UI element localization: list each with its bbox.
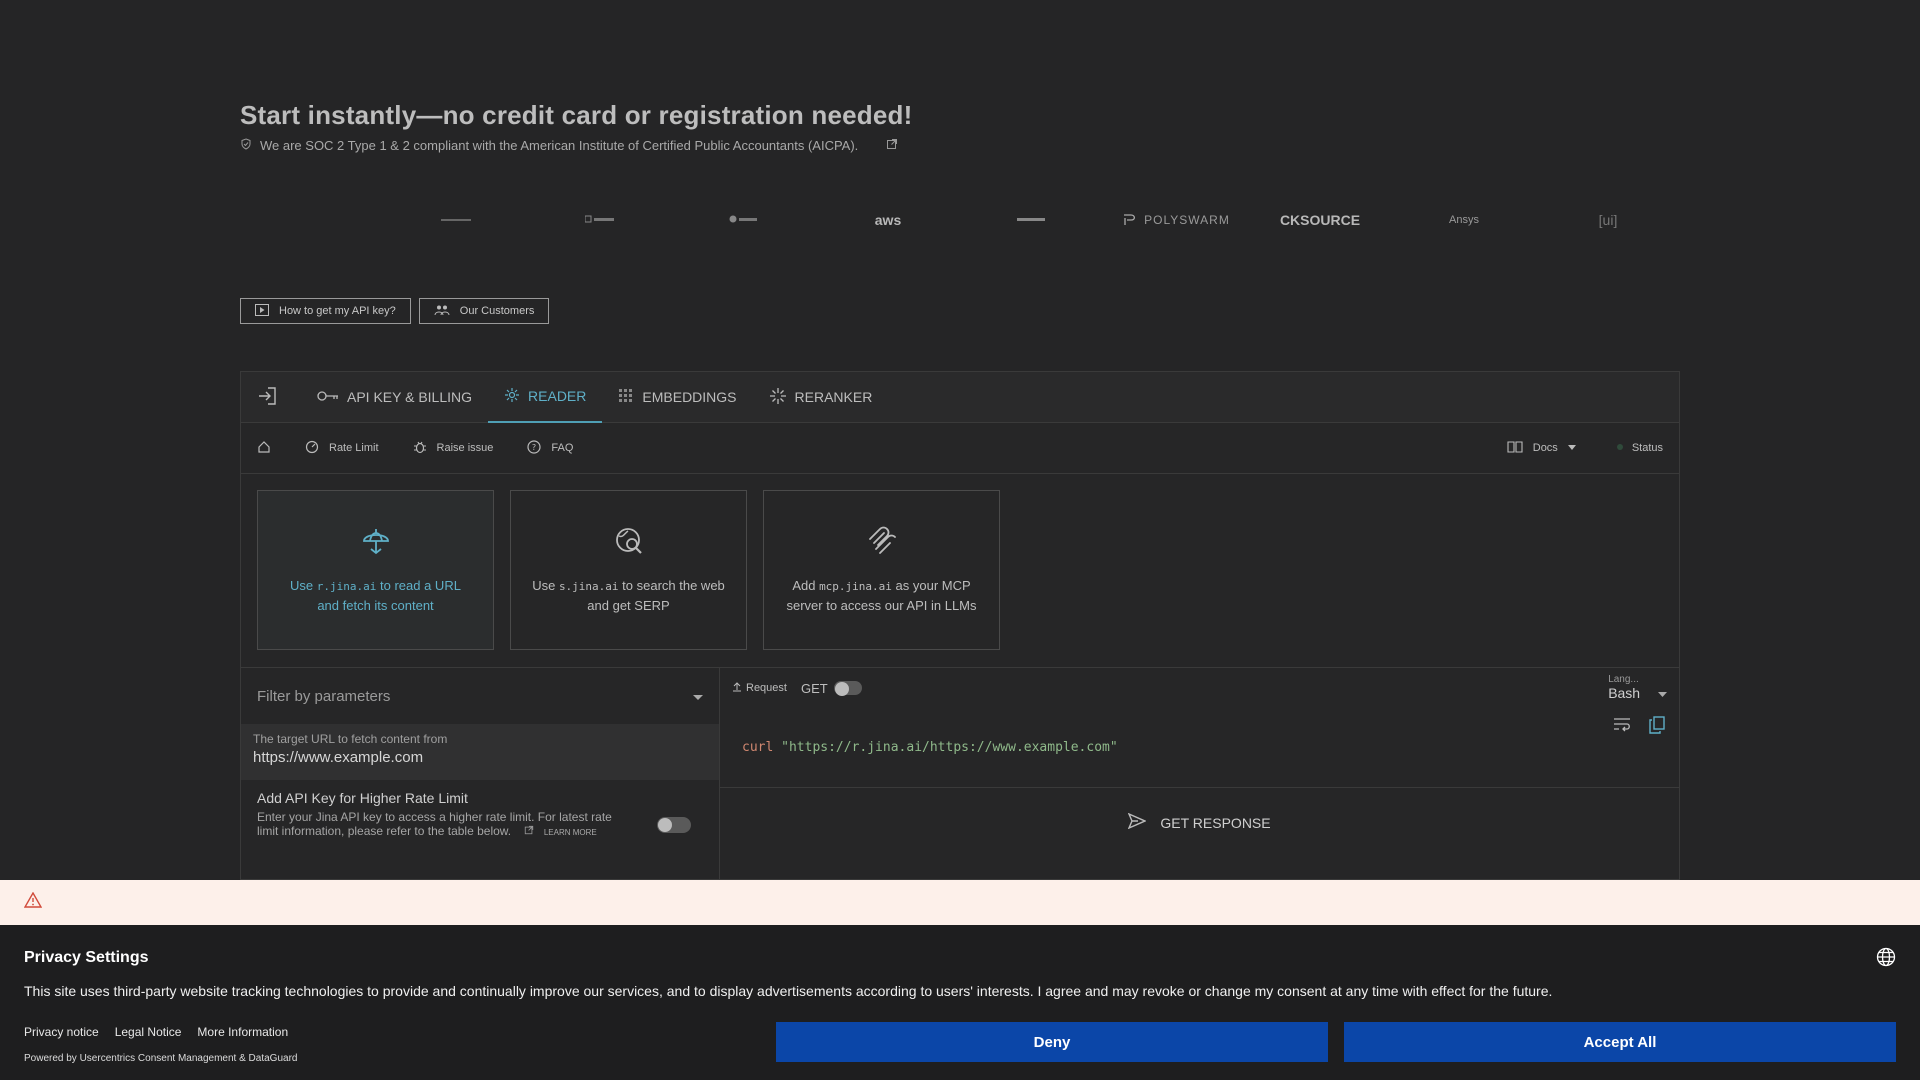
customer-logo-ansys: Ansys xyxy=(1449,214,1479,226)
reader-mode-cards: Use r.jina.ai to read a URL and fetch it… xyxy=(241,474,1679,668)
key-icon xyxy=(317,389,339,405)
customer-logo-uipath: [ui] xyxy=(1598,212,1618,228)
method-label: GET xyxy=(800,680,828,696)
get-response-button[interactable]: GET RESPONSE xyxy=(720,787,1679,857)
grid-icon xyxy=(618,388,634,407)
api-panel: API KEY & BILLING READER EMBEDDINGS RERA… xyxy=(240,371,1680,880)
globe-search-icon xyxy=(613,525,645,562)
language-select[interactable]: Lang... Bash xyxy=(1608,674,1667,701)
raise-issue-link[interactable]: Raise issue xyxy=(413,440,493,457)
request-panel: Request GET Lang... Bash curl "https://r… xyxy=(720,668,1679,879)
gauge-icon xyxy=(305,440,319,457)
soc-compliance: We are SOC 2 Type 1 & 2 compliant with t… xyxy=(240,138,898,153)
target-url-field[interactable]: The target URL to fetch content from htt… xyxy=(241,724,719,780)
faq-link[interactable]: ? FAQ xyxy=(527,439,573,457)
code-snippet: curl "https://r.jina.ai/https://www.exam… xyxy=(742,740,1118,755)
warning-banner xyxy=(0,880,1920,925)
globe-icon[interactable] xyxy=(1876,947,1896,972)
wrap-text-icon[interactable] xyxy=(1613,716,1631,739)
privacy-notice-link[interactable]: Privacy notice xyxy=(24,1025,99,1039)
reader-icon xyxy=(504,387,520,406)
product-tabs: API KEY & BILLING READER EMBEDDINGS RERA… xyxy=(241,372,1679,423)
copy-icon[interactable] xyxy=(1649,716,1665,739)
api-key-help-button[interactable]: How to get my API key? xyxy=(240,298,411,324)
sparkle-icon xyxy=(769,387,787,408)
privacy-text: This site uses third-party website track… xyxy=(24,983,1553,999)
card-search-web[interactable]: Use s.jina.ai to search the web and get … xyxy=(510,490,747,650)
tab-embeddings[interactable]: EMBEDDINGS xyxy=(602,372,752,423)
shield-check-icon xyxy=(240,138,252,153)
customer-logo-polyswarm: POLYSWARM xyxy=(1104,213,1248,227)
external-link-icon[interactable] xyxy=(524,824,534,838)
page-title: Start instantly—no credit card or regist… xyxy=(240,100,913,130)
privacy-settings-banner: Privacy Settings This site uses third-pa… xyxy=(0,925,1920,1080)
customer-logo-aws: aws xyxy=(874,212,902,228)
api-key-toggle[interactable] xyxy=(657,817,691,833)
learn-more-link[interactable]: LEARN MORE xyxy=(544,828,597,837)
filter-params-input[interactable]: Filter by parameters xyxy=(241,668,719,724)
accept-all-button[interactable]: Accept All xyxy=(1344,1022,1896,1062)
status-dot-icon xyxy=(1616,442,1624,454)
card-mcp-server[interactable]: Add mcp.jina.ai as your MCP server to ac… xyxy=(763,490,1000,650)
method-toggle[interactable] xyxy=(833,681,862,696)
legal-notice-link[interactable]: Legal Notice xyxy=(115,1025,182,1039)
request-label: Request xyxy=(732,681,787,695)
soc-text: We are SOC 2 Type 1 & 2 compliant with t… xyxy=(260,138,859,153)
warning-icon xyxy=(23,891,43,913)
play-icon xyxy=(255,303,269,319)
mcp-icon xyxy=(866,525,898,562)
home-icon xyxy=(257,440,271,457)
help-circle-icon: ? xyxy=(527,439,541,457)
tab-api-key-billing[interactable]: API KEY & BILLING xyxy=(301,372,488,423)
customer-logo xyxy=(384,214,528,226)
parameters-panel: Filter by parameters The target URL to f… xyxy=(241,668,720,879)
status-link[interactable]: Status xyxy=(1616,442,1663,454)
chevron-down-icon xyxy=(1567,442,1576,454)
chevron-down-icon xyxy=(693,688,703,705)
bug-icon xyxy=(413,440,427,457)
svg-text:?: ? xyxy=(532,443,536,452)
chevron-down-icon xyxy=(1658,685,1667,701)
book-icon xyxy=(1507,440,1523,456)
login-icon xyxy=(257,386,277,408)
globe-umbrella-icon xyxy=(360,525,392,562)
people-icon xyxy=(434,304,450,319)
customer-logo xyxy=(672,214,816,226)
upload-icon xyxy=(732,681,742,695)
tab-reranker[interactable]: RERANKER xyxy=(753,372,889,423)
tab-reader[interactable]: READER xyxy=(488,372,603,423)
customer-logo xyxy=(960,214,1104,226)
customer-logo xyxy=(528,214,672,226)
privacy-title: Privacy Settings xyxy=(24,949,149,966)
our-customers-button[interactable]: Our Customers xyxy=(418,298,550,324)
card-read-url[interactable]: Use r.jina.ai to read a URL and fetch it… xyxy=(257,490,494,650)
external-link-icon[interactable] xyxy=(886,138,898,153)
send-icon xyxy=(1128,812,1148,832)
customer-logo-cksource: CKSOURCE xyxy=(1279,212,1361,228)
rate-limit-link[interactable]: Rate Limit xyxy=(305,440,379,457)
customer-logos: aws POLYSWARM CKSOURCE Ansys [ui] xyxy=(240,205,1680,235)
login-button[interactable] xyxy=(257,372,293,423)
more-information-link[interactable]: More Information xyxy=(197,1025,288,1039)
powered-by-text: Powered by Usercentrics Consent Manageme… xyxy=(24,1053,298,1064)
api-key-option: Add API Key for Higher Rate Limit Enter … xyxy=(241,780,719,850)
docs-dropdown[interactable]: Docs xyxy=(1507,440,1576,456)
deny-button[interactable]: Deny xyxy=(776,1022,1328,1062)
reader-subnav: Rate Limit Raise issue ? FAQ Docs Status xyxy=(241,423,1679,474)
home-button[interactable] xyxy=(257,440,271,457)
